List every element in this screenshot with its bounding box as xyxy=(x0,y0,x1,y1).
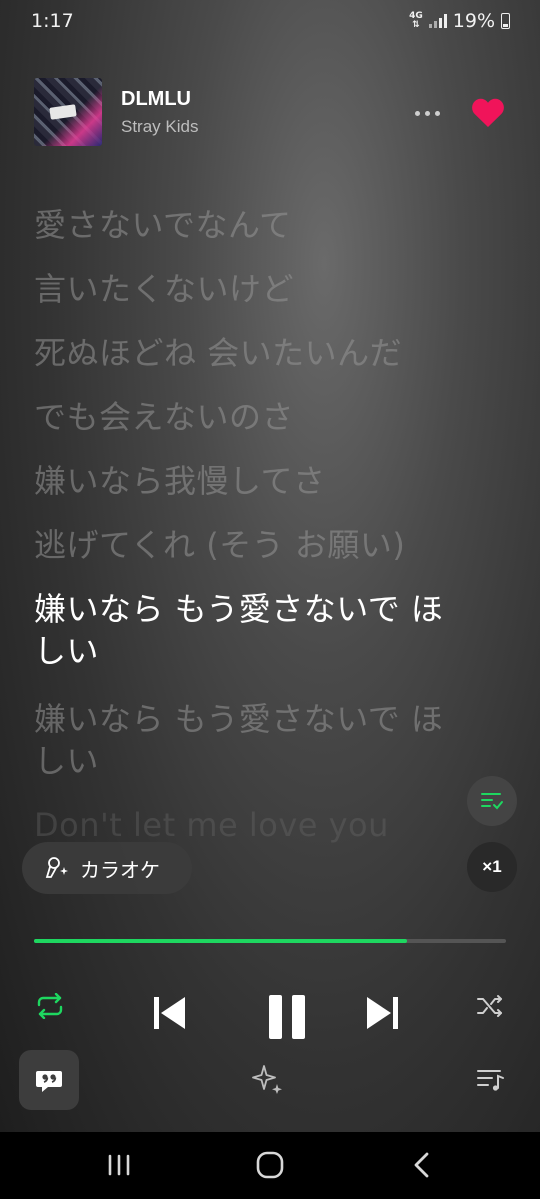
microphone-sparkle-icon xyxy=(45,857,68,878)
status-time: 1:17 xyxy=(31,10,74,32)
dot-icon xyxy=(424,110,430,116)
lyric-line[interactable]: 嫌いなら我慢してさ xyxy=(34,460,474,502)
data-arrows-icon: ⇅ xyxy=(412,20,420,30)
progress-fill xyxy=(34,939,407,943)
lyric-line-active[interactable]: 嫌いなら もう愛さないで ほしい xyxy=(34,588,474,672)
skip-previous-icon xyxy=(154,997,185,1029)
shuffle-button[interactable] xyxy=(470,988,510,1024)
pause-icon xyxy=(269,995,305,1039)
recents-icon xyxy=(108,1154,130,1176)
home-button[interactable] xyxy=(253,1149,287,1181)
back-chevron-icon xyxy=(414,1152,429,1178)
repeat-button[interactable] xyxy=(30,988,70,1024)
lyric-line[interactable]: 言いたくないけど xyxy=(34,268,474,310)
lyrics-toggle-button[interactable] xyxy=(19,1050,79,1110)
network-4g-icon: 4G ⇅ xyxy=(409,12,423,30)
pause-button[interactable] xyxy=(254,990,320,1044)
like-button[interactable] xyxy=(470,95,506,129)
karaoke-label: カラオケ xyxy=(80,857,160,882)
previous-button[interactable] xyxy=(146,990,192,1036)
karaoke-button[interactable]: カラオケ xyxy=(22,842,192,894)
lyric-line[interactable]: でも会えないのさ xyxy=(34,396,474,438)
queue-music-icon xyxy=(477,1070,504,1091)
back-button[interactable] xyxy=(408,1150,436,1180)
status-indicators: 4G ⇅ 19% xyxy=(409,10,510,32)
lyric-line[interactable]: 逃げてくれ (そう お願い) xyxy=(34,524,474,566)
list-check-icon xyxy=(481,793,503,810)
battery-percent: 19% xyxy=(452,10,495,32)
lyrics-panel[interactable]: 愛さないでなんて 言いたくないけど 死ぬほどね 会いたいんだ でも会えないのさ … xyxy=(34,204,474,868)
recent-apps-button[interactable] xyxy=(104,1150,134,1180)
dot-icon xyxy=(414,110,420,116)
sparkle-button[interactable] xyxy=(248,1060,288,1100)
more-options-button[interactable] xyxy=(410,98,444,128)
home-icon xyxy=(256,1151,284,1179)
battery-icon xyxy=(501,13,510,29)
track-title[interactable]: DLMLU xyxy=(121,88,191,111)
dot-icon xyxy=(434,110,440,116)
track-artist[interactable]: Stray Kids xyxy=(121,117,198,137)
signal-icon xyxy=(428,14,447,28)
shuffle-icon xyxy=(477,995,502,1017)
queue-button[interactable] xyxy=(472,1062,510,1098)
lyric-line[interactable]: 嫌いなら もう愛さないで ほしい xyxy=(34,698,474,782)
next-button[interactable] xyxy=(360,990,406,1036)
lyric-line[interactable]: 愛さないでなんて xyxy=(34,204,474,246)
skip-next-icon xyxy=(367,997,398,1029)
sparkle-icon xyxy=(252,1065,282,1094)
lyrics-sync-button[interactable] xyxy=(467,776,517,826)
repeat-icon xyxy=(37,993,63,1019)
lyric-line[interactable]: 死ぬほどね 会いたいんだ xyxy=(34,332,474,374)
heart-icon xyxy=(472,98,504,127)
quote-icon xyxy=(36,1071,62,1092)
playback-speed-button[interactable]: ×1 xyxy=(467,842,517,892)
album-art[interactable] xyxy=(34,78,102,146)
progress-bar[interactable] xyxy=(34,939,506,943)
lyric-line[interactable]: Don't let me love you xyxy=(34,804,474,846)
